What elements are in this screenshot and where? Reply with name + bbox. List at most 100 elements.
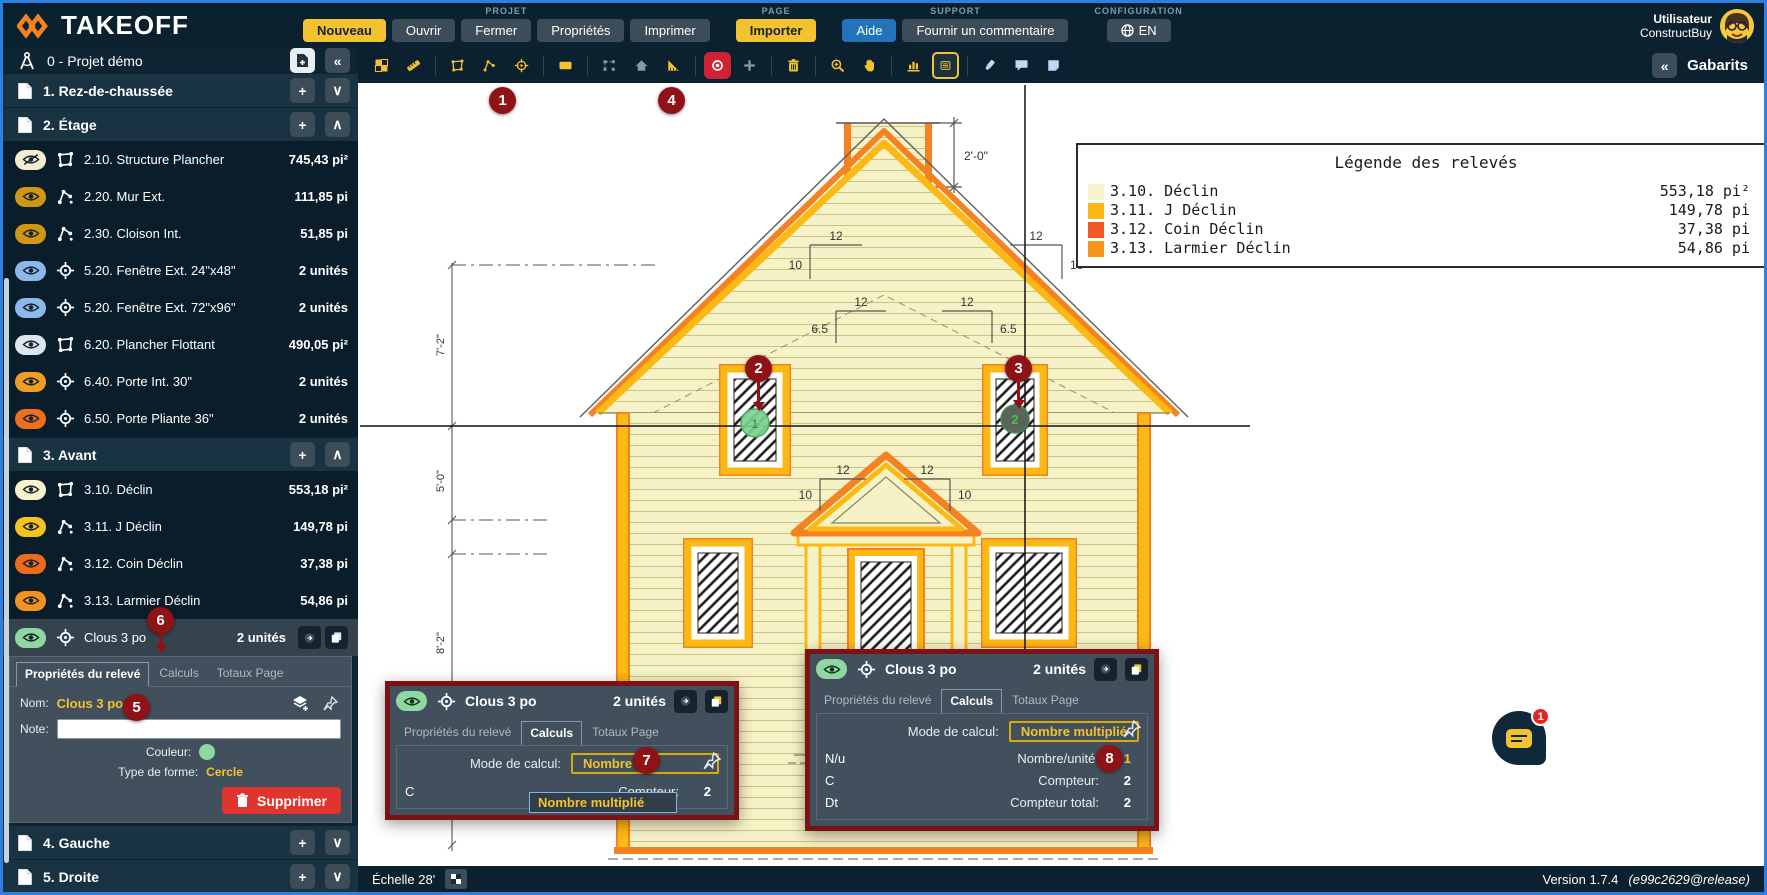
tree-section[interactable]: 1. Rez-de-chaussée + ∨ xyxy=(3,74,358,107)
mode-calcul-select[interactable]: Nombre multiplié xyxy=(1009,721,1139,742)
tree-item[interactable]: 2.10. Structure Plancher 745,43 pi² xyxy=(3,141,358,178)
add-measurement-button[interactable]: + xyxy=(290,78,315,103)
lower-window-right[interactable] xyxy=(982,539,1076,647)
visibility-toggle[interactable] xyxy=(15,409,46,429)
tree-item[interactable]: 2.20. Mur Ext. 111,85 pi xyxy=(3,178,358,215)
ouvrir-button[interactable]: Ouvrir xyxy=(392,19,455,42)
tab-proprietes-du-releve[interactable]: Propriétés du relevé xyxy=(16,662,149,687)
visibility-toggle[interactable] xyxy=(15,335,46,355)
legend-list-icon[interactable] xyxy=(932,52,959,79)
visibility-toggle[interactable] xyxy=(15,480,46,500)
roof-pitch-icon[interactable] xyxy=(628,52,655,79)
aide-button[interactable]: Aide xyxy=(842,19,896,42)
tab-totaux-page[interactable]: Totaux Page xyxy=(209,662,292,687)
project-row[interactable]: 0 - Projet démo « xyxy=(3,48,358,73)
visibility-toggle[interactable] xyxy=(15,591,46,611)
visibility-toggle[interactable] xyxy=(15,187,46,207)
record-stop-icon[interactable] xyxy=(704,52,731,79)
imprimer-button[interactable]: Imprimer xyxy=(630,19,709,42)
visibility-toggle[interactable] xyxy=(816,659,847,679)
tree-section[interactable]: 4. Gauche + ∨ xyxy=(3,826,358,859)
tree-item[interactable]: 3.13. Larmier Déclin 54,86 pi xyxy=(3,582,358,619)
calc-popup-dropdown[interactable]: Clous 3 po 2 unités Propriétés du relevé… xyxy=(385,681,739,820)
copy-button[interactable] xyxy=(325,626,348,649)
note-icon[interactable] xyxy=(1040,52,1067,79)
tree-item[interactable]: Clous 3 po 2 unités xyxy=(3,619,358,656)
collapse-gabarits-button[interactable]: « xyxy=(1652,53,1677,78)
user-block[interactable]: Utilisateur ConstructBuy xyxy=(1640,3,1764,48)
highlighter-icon[interactable] xyxy=(976,52,1003,79)
tree-section[interactable]: 3. Avant + ∧ xyxy=(3,438,358,471)
add-measurement-button[interactable]: + xyxy=(290,864,315,889)
count-marker-right[interactable]: 2 xyxy=(1001,405,1029,433)
tree-item[interactable]: 6.40. Porte Int. 30" 2 unités xyxy=(3,363,358,400)
type-forme-value[interactable]: Cercle xyxy=(206,765,243,779)
lower-window-left[interactable] xyxy=(684,539,752,647)
delete-icon[interactable] xyxy=(780,52,807,79)
visibility-toggle[interactable] xyxy=(15,261,46,281)
note-input[interactable] xyxy=(57,719,341,739)
calc-popup-details[interactable]: Clous 3 po 2 unités Propriétés du relevé… xyxy=(805,649,1159,831)
tree-section[interactable]: 2. Étage + ∧ xyxy=(3,108,358,141)
nouveau-button[interactable]: Nouveau xyxy=(303,19,386,42)
tree-section[interactable]: 5. Droite + ∨ xyxy=(3,860,358,892)
tab-proprietes-du-releve[interactable]: Propriétés du relevé xyxy=(396,721,519,746)
legend-box[interactable]: Légende des relevés 3.10. Déclin553,18 p… xyxy=(1076,143,1764,268)
chevron-toggle-button[interactable]: ∨ xyxy=(325,78,350,103)
zoom-in-icon[interactable] xyxy=(824,52,851,79)
new-page-button[interactable] xyxy=(290,48,315,73)
visibility-toggle[interactable] xyxy=(15,224,46,244)
add-icon[interactable] xyxy=(736,52,763,79)
visibility-toggle[interactable] xyxy=(15,298,46,318)
layers-plus-icon[interactable] xyxy=(289,692,311,714)
add-measurement-button[interactable]: + xyxy=(290,442,315,467)
set-scale-icon[interactable] xyxy=(660,52,687,79)
goto-button[interactable] xyxy=(1094,658,1117,681)
goto-button[interactable] xyxy=(674,690,697,713)
tree-item[interactable]: 3.12. Coin Déclin 37,38 pi xyxy=(3,545,358,582)
copy-button[interactable] xyxy=(1125,658,1148,681)
tree-item[interactable]: 6.20. Plancher Flottant 490,05 pi² xyxy=(3,326,358,363)
pin-icon[interactable] xyxy=(1123,720,1141,738)
visibility-toggle[interactable] xyxy=(15,372,46,392)
collapse-sidebar-button[interactable]: « xyxy=(325,48,350,73)
color-swatch[interactable] xyxy=(199,744,215,760)
add-measurement-button[interactable]: + xyxy=(290,112,315,137)
tree-item[interactable]: 6.50. Porte Pliante 36" 2 unités xyxy=(3,400,358,437)
chevron-toggle-button[interactable]: ∧ xyxy=(325,442,350,467)
avatar[interactable] xyxy=(1720,9,1754,43)
linear-polyline-icon[interactable] xyxy=(476,52,503,79)
visibility-toggle[interactable] xyxy=(15,628,46,648)
tab-calculs[interactable]: Calculs xyxy=(521,721,582,746)
fermer-button[interactable]: Fermer xyxy=(461,19,531,42)
pan-hand-icon[interactable] xyxy=(856,52,883,79)
comment-icon[interactable] xyxy=(1008,52,1035,79)
count-marker-left[interactable]: 1 xyxy=(741,409,769,437)
chat-button[interactable]: 1 xyxy=(1492,711,1546,765)
area-polygon-icon[interactable] xyxy=(444,52,471,79)
visibility-toggle[interactable] xyxy=(396,691,427,711)
tab-calculs[interactable]: Calculs xyxy=(151,662,206,687)
tree-item[interactable]: 3.11. J Déclin 149,78 pi xyxy=(3,508,358,545)
scale-background-icon[interactable] xyxy=(445,869,467,889)
pin-icon[interactable] xyxy=(319,692,341,714)
tree-item[interactable]: 3.10. Déclin 553,18 pi² xyxy=(3,471,358,508)
proprietes-button[interactable]: Propriétés xyxy=(537,19,624,42)
tree-item[interactable]: 5.20. Fenêtre Ext. 24"x48" 2 unités xyxy=(3,252,358,289)
chevron-toggle-button[interactable]: ∨ xyxy=(325,830,350,855)
supprimer-button[interactable]: Supprimer xyxy=(222,787,341,814)
commentaire-button[interactable]: Fournir un commentaire xyxy=(902,19,1068,42)
pin-icon[interactable] xyxy=(703,752,721,770)
importer-button[interactable]: Importer xyxy=(736,19,817,42)
visibility-toggle[interactable] xyxy=(15,554,46,574)
tab-calculs[interactable]: Calculs xyxy=(941,689,1002,714)
drawing-canvas[interactable]: 2'-0" xyxy=(358,83,1764,866)
add-measurement-button[interactable]: + xyxy=(290,830,315,855)
nom-value[interactable]: Clous 3 po xyxy=(57,696,123,711)
tab-proprietes-du-releve[interactable]: Propriétés du relevé xyxy=(816,689,939,714)
visibility-toggle[interactable] xyxy=(15,150,46,170)
tab-totaux-page[interactable]: Totaux Page xyxy=(584,721,667,746)
chevron-toggle-button[interactable]: ∨ xyxy=(325,864,350,889)
copy-button[interactable] xyxy=(705,690,728,713)
sidebar-scrollbar[interactable] xyxy=(4,278,9,863)
